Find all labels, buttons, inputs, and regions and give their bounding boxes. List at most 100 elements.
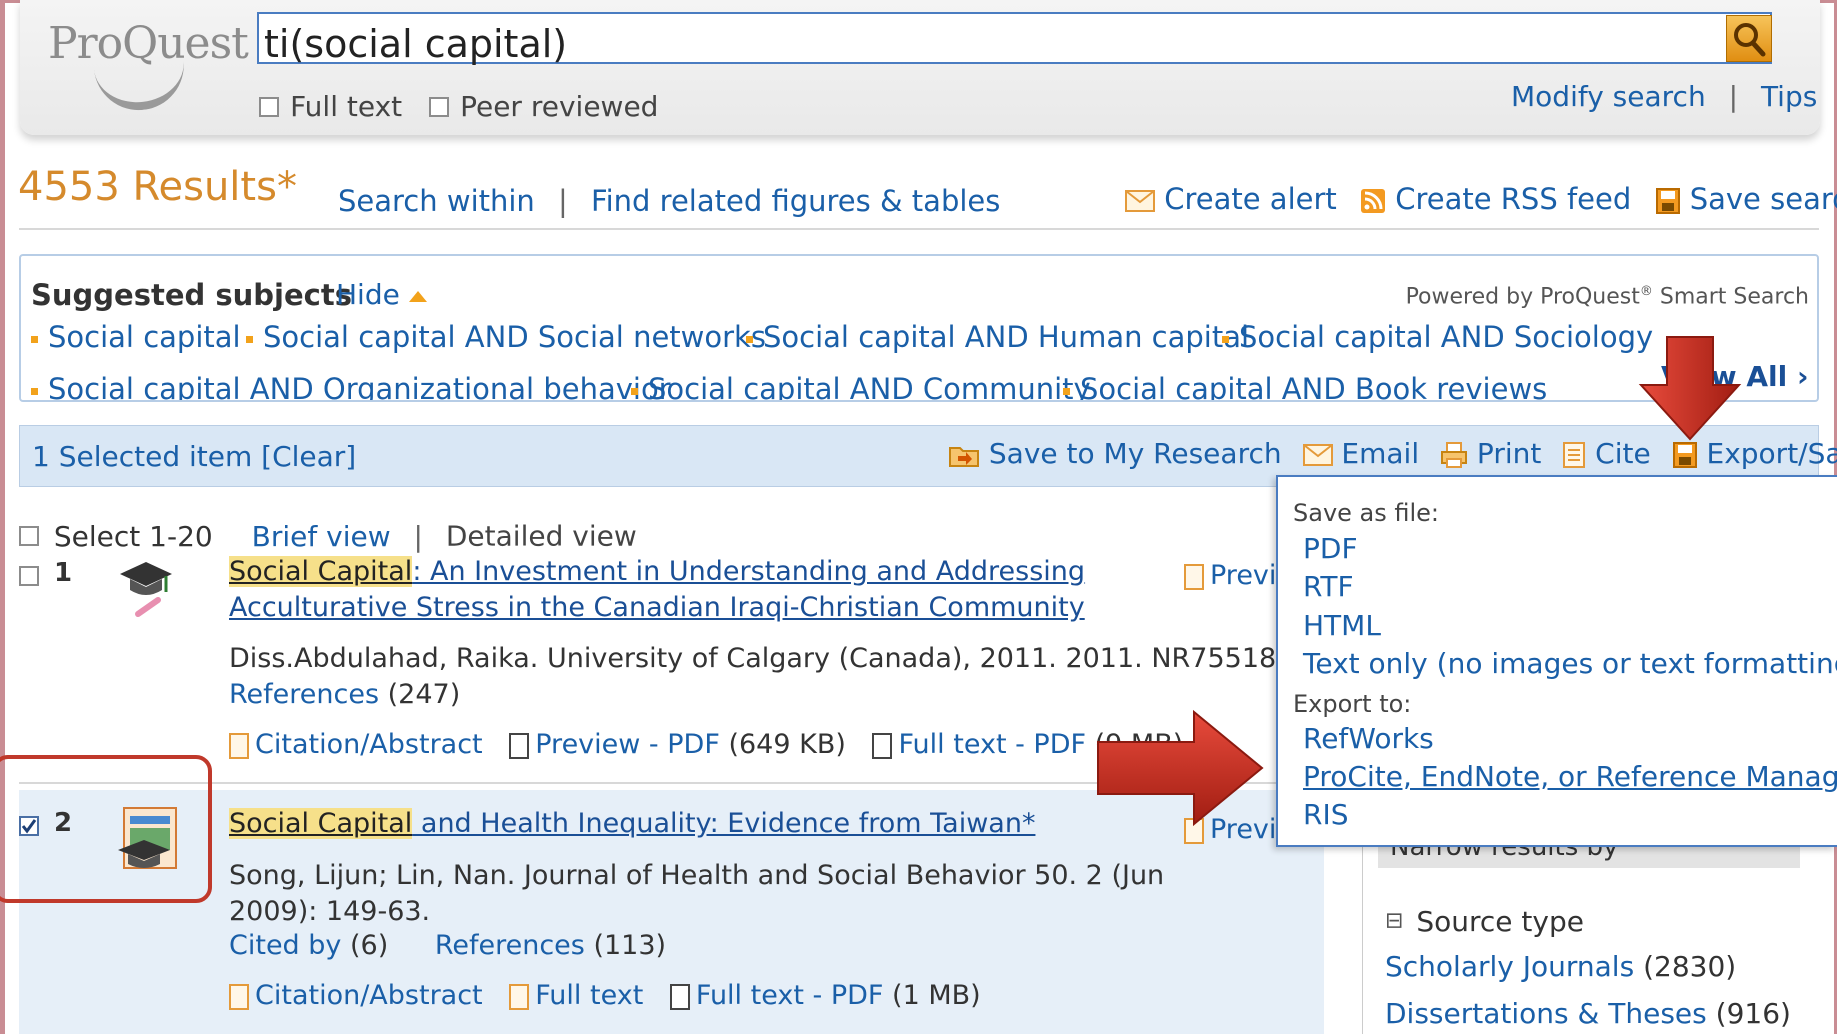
- divider: [19, 228, 1819, 230]
- references-label: References: [229, 679, 380, 710]
- result-checkbox[interactable]: [19, 566, 39, 586]
- source-type-facet[interactable]: ⊟ Source type: [1385, 903, 1584, 938]
- rss-icon: [1360, 189, 1385, 213]
- pdf-icon: [872, 732, 893, 759]
- preview-icon: [1184, 563, 1204, 590]
- citation-abstract-link[interactable]: Citation/Abstract: [229, 980, 491, 1011]
- references-link[interactable]: References (113): [435, 930, 666, 961]
- result-title-link-line2[interactable]: Acculturative Stress in the Canadian Ira…: [229, 592, 1085, 623]
- create-alert-button[interactable]: Create alert: [1125, 182, 1346, 216]
- subject-label: Social capital: [48, 320, 241, 354]
- red-right-arrow-icon: [1097, 709, 1264, 827]
- preview-pdf-link[interactable]: Preview - PDF (649 KB): [509, 729, 854, 760]
- facet-item[interactable]: Scholarly Journals (2830): [1385, 950, 1736, 983]
- powered-by-text: Powered by ProQuest® Smart Search: [1406, 284, 1809, 309]
- header-links: Modify search | Tips: [1511, 80, 1817, 113]
- full-text-option: Full text: [259, 90, 402, 123]
- search-query-text[interactable]: ti(social capital): [264, 22, 567, 66]
- subject-link[interactable]: Social capital AND Book reviews: [1063, 372, 1547, 400]
- floppy-icon: [1672, 442, 1697, 468]
- bullet-icon: [631, 387, 638, 395]
- powered-by-label: Powered by ProQuest: [1405, 284, 1640, 310]
- save-search-button[interactable]: Save search: [1655, 182, 1837, 216]
- export-refworks-option[interactable]: RefWorks: [1303, 722, 1434, 755]
- printer-icon: [1441, 442, 1468, 468]
- title-rest-line2: Acculturative Stress in the Canadian Ira…: [229, 592, 1085, 623]
- full-text-checkbox[interactable]: [259, 96, 279, 117]
- export-pdf-option[interactable]: PDF: [1303, 532, 1358, 565]
- references-count: (247): [387, 679, 461, 710]
- citation-abstract-link[interactable]: Citation/Abstract: [229, 729, 491, 760]
- title-rest: and Health Inequality: Evidence from Tai…: [412, 808, 1036, 839]
- search-button[interactable]: [1726, 15, 1772, 62]
- hide-label: Hide: [336, 278, 400, 311]
- peer-reviewed-option: Peer reviewed: [429, 90, 658, 123]
- document-icon: [229, 732, 249, 759]
- fulltext-pdf-label: Full text - PDF: [695, 980, 884, 1011]
- citation-label: Citation/Abstract: [255, 729, 483, 760]
- header-separator: |: [1728, 80, 1739, 113]
- result-meta: Diss.Abdulahad, Raika. University of Cal…: [229, 643, 1285, 674]
- document-icon: [229, 983, 249, 1010]
- powered-by-suffix: Smart Search: [1659, 284, 1809, 310]
- fulltext-link[interactable]: Full text: [509, 980, 652, 1011]
- select-all-checkbox[interactable]: [19, 526, 39, 546]
- email-icon: [1302, 444, 1333, 466]
- create-rss-button[interactable]: Create RSS feed: [1360, 182, 1641, 216]
- results-separator: |: [558, 184, 568, 218]
- title-highlight: Social Capital: [229, 556, 413, 587]
- result-title-link[interactable]: Social Capital and Health Inequality: Ev…: [229, 808, 1035, 839]
- export-rtf-option[interactable]: RTF: [1303, 570, 1354, 603]
- email-button[interactable]: Email: [1302, 437, 1429, 470]
- email-label: Email: [1341, 437, 1420, 470]
- export-text-option[interactable]: Text only (no images or text formatting): [1303, 647, 1837, 680]
- fulltext-pdf-link[interactable]: Full text - PDF (1 MB): [669, 980, 981, 1011]
- brief-view-link[interactable]: Brief view: [252, 520, 391, 553]
- cited-by-link[interactable]: Cited by (6): [229, 930, 397, 961]
- bullet-icon: [31, 335, 38, 343]
- print-button[interactable]: Print: [1440, 437, 1550, 470]
- save-search-label: Save search: [1689, 182, 1837, 216]
- hide-subjects-button[interactable]: Hide: [336, 278, 427, 311]
- peer-reviewed-label: Peer reviewed: [460, 90, 659, 123]
- view-separator: |: [413, 519, 423, 553]
- pdf-icon: [509, 732, 530, 759]
- subject-link[interactable]: Social capital AND Human capital: [746, 320, 1249, 354]
- export-procite-option[interactable]: ProCite, EndNote, or Reference Manager: [1303, 760, 1837, 793]
- facet-item[interactable]: Dissertations & Theses (916): [1385, 997, 1791, 1030]
- create-alert-label: Create alert: [1164, 182, 1337, 216]
- subject-link[interactable]: Social capital AND Community: [631, 372, 1091, 400]
- fulltext-label: Full text: [535, 980, 644, 1011]
- dissertation-icon: [120, 562, 172, 617]
- title-rest: : An Investment in Understanding and Add…: [412, 556, 1086, 587]
- subject-link[interactable]: Social capital AND Social networks: [246, 320, 766, 354]
- search-actions: Create alert Create RSS feed Save search: [1125, 182, 1837, 216]
- export-ris-option[interactable]: RIS: [1303, 798, 1349, 831]
- suggested-subjects-title: Suggested subjects: [31, 278, 352, 312]
- selected-items-link[interactable]: 1 Selected item [Clear]: [32, 440, 356, 473]
- export-html-option[interactable]: HTML: [1303, 609, 1381, 642]
- subject-link[interactable]: Social capital: [31, 320, 241, 354]
- detailed-view-link[interactable]: Detailed view: [446, 520, 637, 553]
- cited-by-count: (6): [349, 930, 389, 961]
- subject-link[interactable]: Social capital AND Sociology: [1222, 320, 1653, 354]
- result-format-links: Citation/Abstract Preview - PDF (649 KB)…: [229, 729, 1183, 760]
- search-within-link[interactable]: Search within: [338, 184, 535, 218]
- preview-pdf-size: (649 KB): [728, 729, 846, 760]
- create-rss-label: Create RSS feed: [1395, 182, 1632, 216]
- peer-reviewed-checkbox[interactable]: [429, 96, 449, 117]
- modify-search-link[interactable]: Modify search: [1511, 80, 1706, 113]
- references-count: (113): [593, 930, 667, 961]
- result-title-link[interactable]: Social Capital: An Investment in Underst…: [229, 556, 1085, 587]
- find-related-link[interactable]: Find related figures & tables: [591, 184, 1000, 218]
- references-link[interactable]: References (247): [229, 679, 460, 710]
- tips-link[interactable]: Tips: [1761, 80, 1817, 113]
- save-research-button[interactable]: Save to My Research: [948, 437, 1291, 470]
- results-tools: Search within | Find related figures & t…: [338, 184, 1000, 218]
- floppy-icon: [1655, 188, 1680, 214]
- result-meta-line1: Song, Lijun; Lin, Nan. Journal of Health…: [229, 860, 1165, 891]
- title-highlight: Social Capital: [229, 808, 413, 839]
- result-format-links: Citation/Abstract Full text Full text - …: [229, 980, 981, 1011]
- subject-label: Social capital AND Sociology: [1239, 320, 1654, 354]
- subject-link[interactable]: Social capital AND Organizational behavi…: [31, 372, 671, 400]
